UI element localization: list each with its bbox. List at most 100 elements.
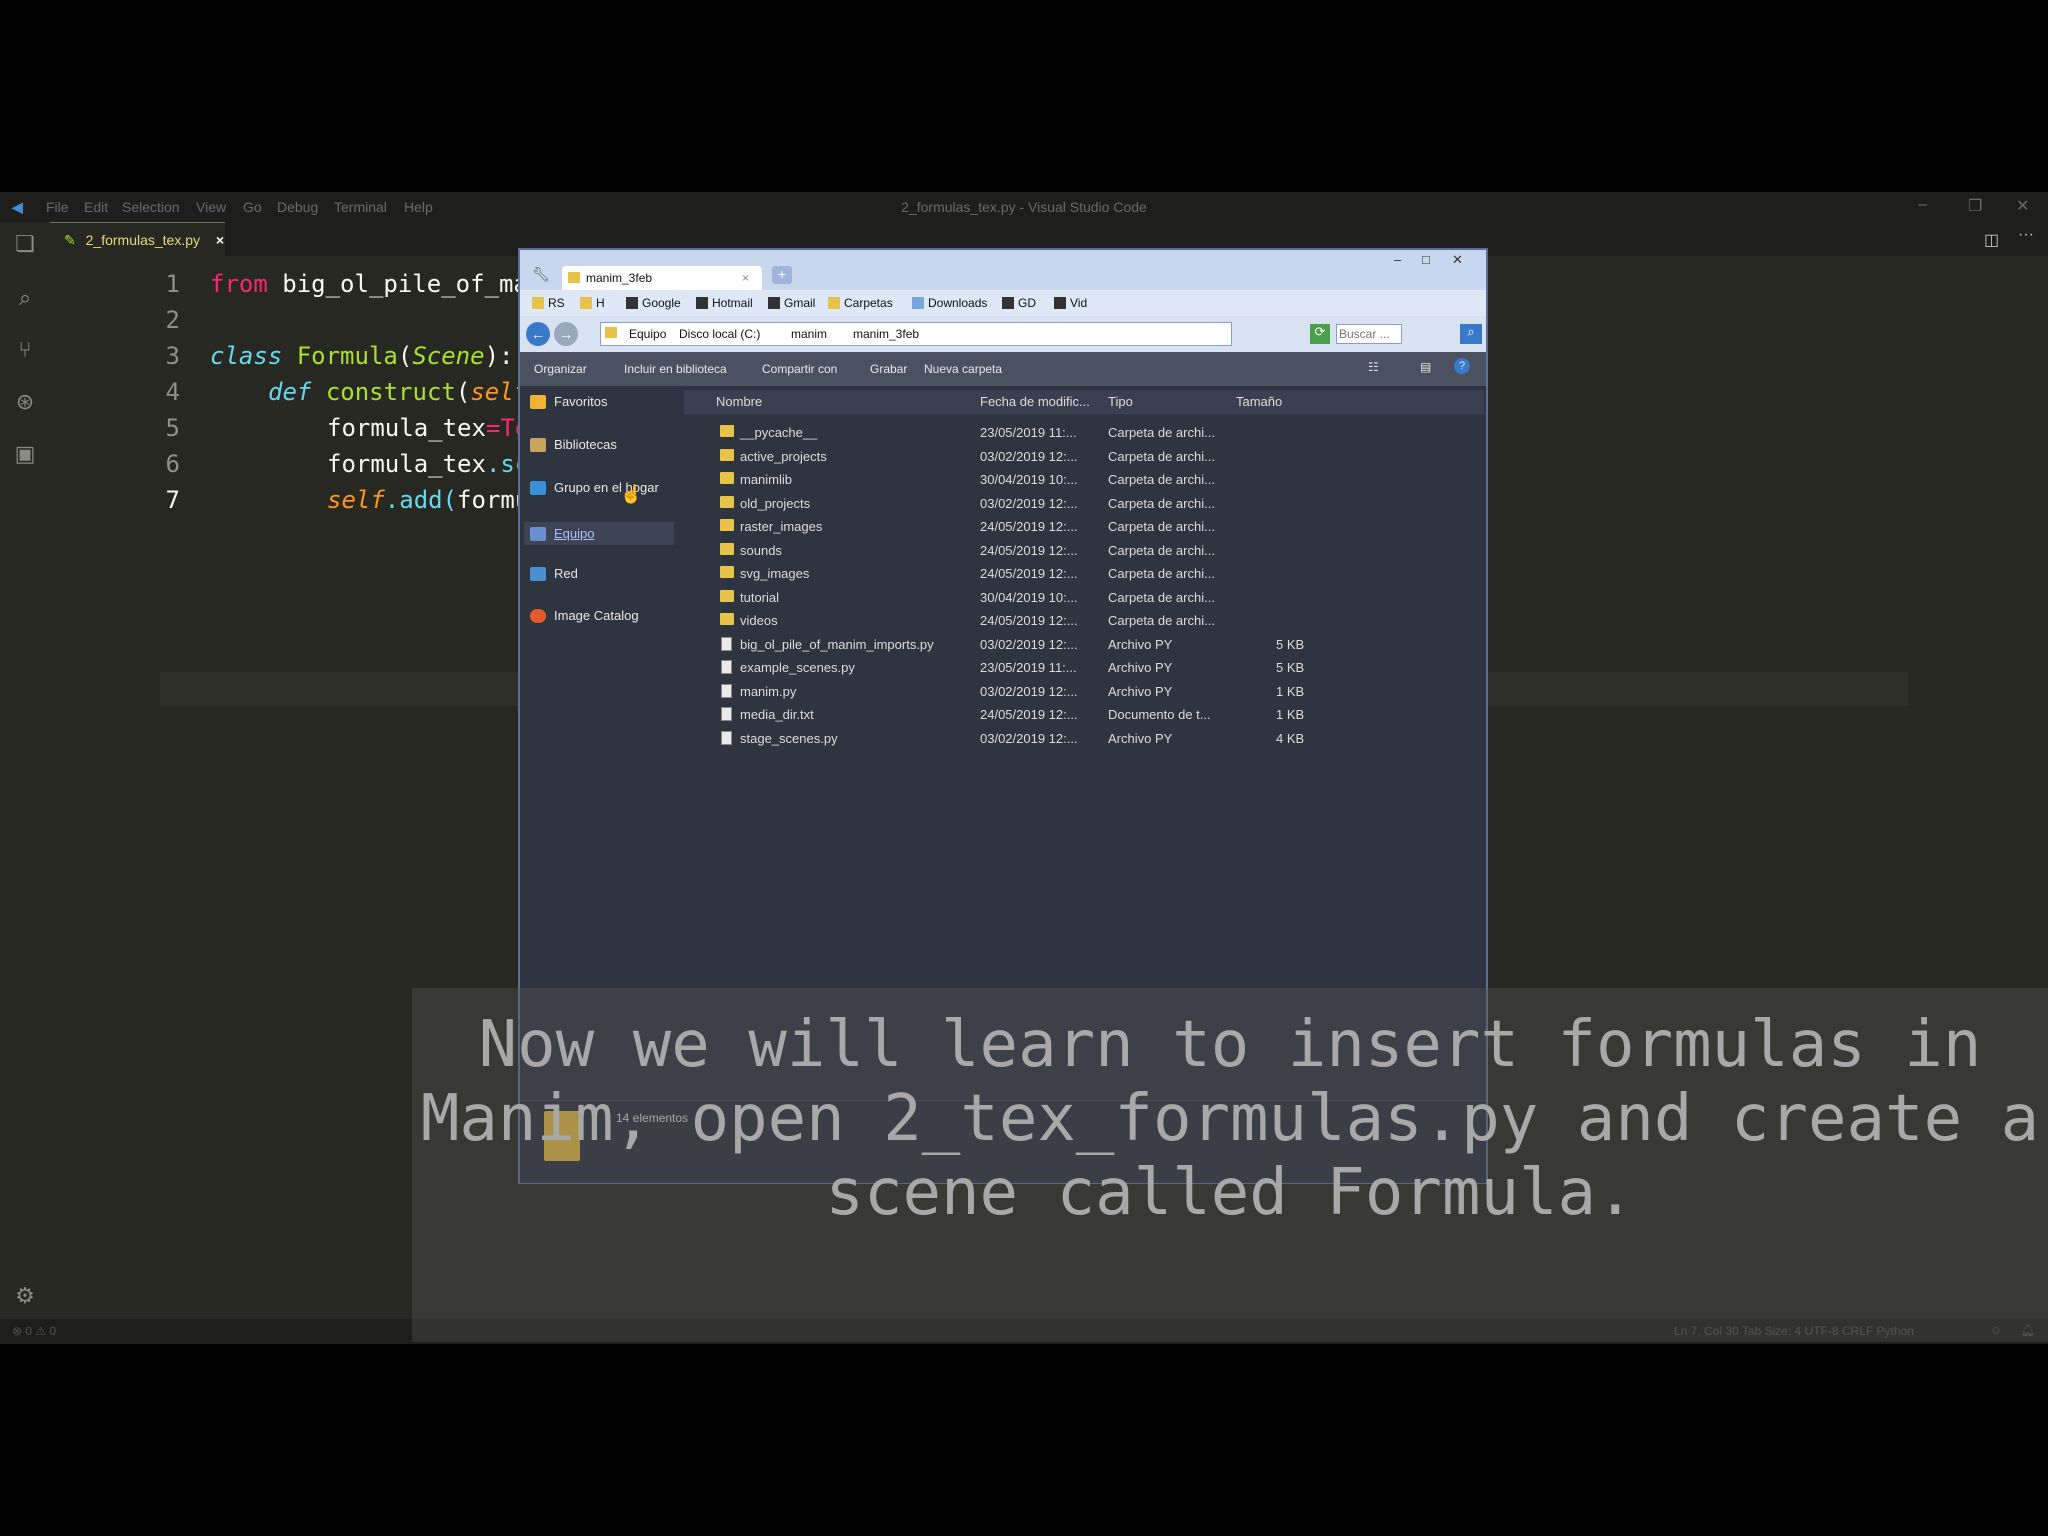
file-row[interactable]: videos 24/05/2019 12:... Carpeta de archi.…	[684, 610, 1484, 633]
file-row[interactable]: big_ol_pile_of_manim_imports.py 03/02/201…	[684, 634, 1484, 657]
close-icon[interactable]: ✕	[2016, 196, 2029, 216]
folder-icon	[580, 297, 592, 309]
file-name: media_dir.txt	[740, 707, 814, 722]
search-icon[interactable]: ⌕	[1460, 324, 1482, 344]
bookmark-downloads[interactable]: Downloads	[912, 296, 987, 310]
file-date: 24/05/2019 12:...	[980, 707, 1078, 722]
minimize-button[interactable]: –	[1394, 252, 1401, 267]
files-icon[interactable]: ❏	[11, 230, 39, 258]
search-input[interactable]	[1336, 324, 1402, 344]
refresh-icon[interactable]: ⟳	[1310, 324, 1330, 344]
folder-icon	[720, 448, 734, 461]
restore-icon[interactable]: ❐	[1968, 196, 1982, 216]
file-row[interactable]: old_projects 03/02/2019 12:... Carpeta de …	[684, 493, 1484, 516]
file-row[interactable]: tutorial 30/04/2019 10:... Carpeta de arch…	[684, 587, 1484, 610]
nueva-carpeta-button[interactable]: Nueva carpeta	[924, 362, 1002, 376]
address-breadcrumb[interactable]: Equipo Disco local (C:) manim manim_3feb	[600, 322, 1232, 346]
line-number: 3	[165, 342, 180, 370]
bookmark-gd[interactable]: GD	[1002, 296, 1036, 310]
view-options-icon[interactable]: ☷	[1368, 360, 1379, 374]
back-button[interactable]: ←	[526, 322, 550, 346]
wrench-icon[interactable]: 🔧︎	[532, 266, 550, 283]
explorer-tab[interactable]: manim_3feb ×	[562, 266, 762, 290]
crumb-manim[interactable]: manim	[791, 327, 827, 341]
settings-gear-icon[interactable]: ⚙	[11, 1282, 39, 1310]
source-control-icon[interactable]: ⑂	[11, 336, 39, 364]
maximize-button[interactable]: □	[1422, 252, 1430, 267]
file-name: big_ol_pile_of_manim_imports.py	[740, 636, 934, 652]
nav-image-catalog[interactable]: Image Catalog	[530, 608, 639, 623]
file-size: 5 KB	[1276, 660, 1305, 675]
file-row[interactable]: example_scenes.py 23/05/2019 11:... Archiv…	[684, 657, 1484, 680]
debug-icon[interactable]: ⊛	[11, 388, 39, 416]
file-name: active_projects	[740, 448, 827, 464]
help-icon[interactable]: ?	[1454, 358, 1470, 374]
file-row[interactable]: active_projects 03/02/2019 12:... Carpeta …	[684, 446, 1484, 469]
compartir-button[interactable]: Compartir con	[762, 362, 837, 376]
network-icon	[530, 566, 546, 581]
nav-equipo[interactable]: Equipo	[524, 522, 674, 545]
file-row[interactable]: media_dir.txt 24/05/2019 12:... Documento …	[684, 704, 1484, 727]
bookmark-gmail[interactable]: Gmail	[768, 296, 815, 310]
python-file-icon: ✎	[64, 232, 76, 248]
column-headers: Nombre Fecha de modific... Tipo Tamaño	[684, 390, 1484, 414]
explorer-tabbar: 🔧︎ manim_3feb × + – □ ✕ RS H Google Hotm…	[520, 250, 1486, 316]
tab-close-icon[interactable]: ×	[216, 232, 224, 248]
col-fecha[interactable]: Fecha de modific...	[980, 394, 1090, 409]
extensions-icon[interactable]: ▣	[11, 440, 39, 468]
split-editor-icon[interactable]: ◫	[1984, 230, 1999, 250]
crumb-disco[interactable]: Disco local (C:)	[679, 327, 760, 341]
col-tipo[interactable]: Tipo	[1108, 394, 1133, 409]
bookmark-google[interactable]: Google	[626, 296, 681, 310]
bookmark-vid[interactable]: Vid	[1054, 296, 1087, 310]
tab-2-formulas-tex[interactable]: ✎ 2_formulas_tex.py ×	[50, 222, 225, 256]
file-size: 4 KB	[1276, 730, 1305, 746]
file-row[interactable]: stage_scenes.py 03/02/2019 12:... Archivo …	[684, 728, 1484, 751]
file-type: Carpeta de archi...	[1108, 495, 1215, 511]
nav-bibliotecas[interactable]: Bibliotecas	[530, 437, 617, 452]
col-nombre[interactable]: Nombre	[716, 394, 762, 409]
file-date: 30/04/2019 10:...	[980, 589, 1078, 605]
forward-button[interactable]: →	[554, 322, 578, 346]
new-tab-button[interactable]: +	[772, 266, 792, 284]
col-tamano[interactable]: Tamaño	[1236, 394, 1282, 409]
file-row[interactable]: raster_images 24/05/2019 12:... Carpeta de…	[684, 516, 1484, 539]
file-type: Carpeta de archi...	[1108, 613, 1215, 628]
file-row[interactable]: svg_images 24/05/2019 12:... Carpeta de ar…	[684, 563, 1484, 586]
bookmark-hotmail[interactable]: Hotmail	[696, 296, 753, 310]
line-number: 6	[165, 450, 180, 478]
search-icon[interactable]: ⌕	[11, 284, 39, 312]
minimize-icon[interactable]: –	[1918, 196, 1927, 214]
line-number: 5	[165, 414, 180, 442]
preview-pane-icon[interactable]: ▤	[1420, 360, 1431, 374]
bookmark-h[interactable]: H	[580, 296, 605, 310]
file-row[interactable]: __pycache__ 23/05/2019 11:... Carpeta de a…	[684, 422, 1484, 445]
file-row[interactable]: sounds 24/05/2019 12:... Carpeta de archi.…	[684, 540, 1484, 563]
tab-close-icon[interactable]: ×	[742, 266, 749, 290]
file-date: 24/05/2019 12:...	[980, 566, 1078, 581]
code-line-3: class Formula(Scene):	[210, 342, 514, 370]
file-name: svg_images	[740, 566, 810, 581]
close-button[interactable]: ✕	[1452, 252, 1463, 268]
bookmark-rs[interactable]: RS	[532, 296, 565, 310]
file-type: Carpeta de archi...	[1108, 425, 1215, 440]
nav-red[interactable]: Red	[530, 566, 578, 581]
file-row[interactable]: manimlib 30/04/2019 10:... Carpeta de arch…	[684, 469, 1484, 492]
file-row[interactable]: manim.py 03/02/2019 12:... Archivo PY 1 KB	[684, 681, 1484, 704]
problems-count[interactable]: ⊗ 0 ⚠ 0	[12, 1324, 56, 1338]
folder-icon	[568, 272, 580, 283]
file-name: videos	[740, 613, 778, 628]
file-date: 03/02/2019 12:...	[980, 448, 1078, 464]
crumb-manim-3feb[interactable]: manim_3feb	[853, 327, 919, 341]
more-actions-icon[interactable]: ···	[2018, 226, 2034, 244]
bookmark-carpetas[interactable]: Carpetas	[828, 296, 893, 310]
hand-cursor-icon: ☝	[620, 484, 643, 504]
file-date: 03/02/2019 12:...	[980, 730, 1078, 746]
organizar-button[interactable]: Organizar	[534, 362, 587, 376]
grabar-button[interactable]: Grabar	[870, 362, 907, 376]
file-icon	[721, 683, 732, 698]
nav-favoritos[interactable]: Favoritos	[530, 394, 607, 409]
incluir-biblioteca-button[interactable]: Incluir en biblioteca	[624, 362, 727, 376]
folder-icon	[720, 542, 734, 555]
crumb-equipo[interactable]: Equipo	[629, 327, 666, 341]
